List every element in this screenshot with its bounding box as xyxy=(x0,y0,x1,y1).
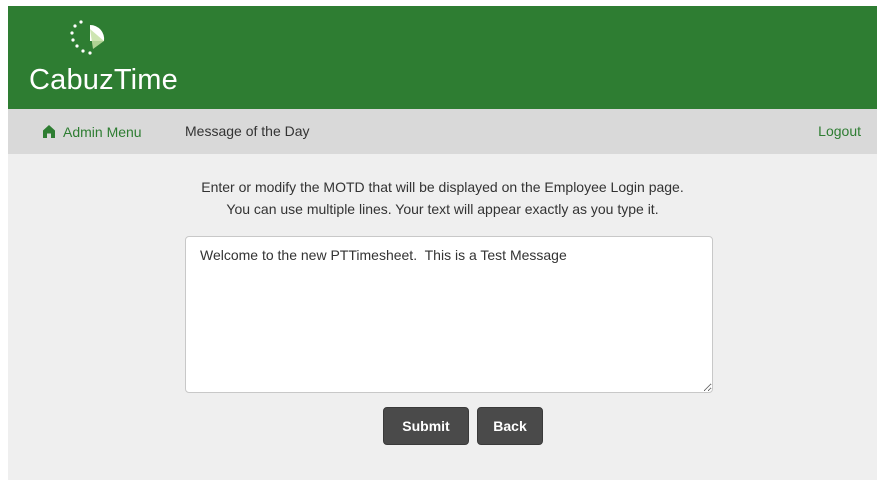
cabuztime-logo-icon xyxy=(70,20,105,55)
submit-button[interactable]: Submit xyxy=(383,407,469,445)
back-button[interactable]: Back xyxy=(477,407,543,445)
instructions-line-1: Enter or modify the MOTD that will be di… xyxy=(201,179,684,195)
navbar: Admin Menu Message of the Day Logout xyxy=(8,109,877,154)
instructions-line-2: You can use multiple lines. Your text wi… xyxy=(226,201,659,217)
motd-textarea[interactable]: Welcome to the new PTTimesheet. This is … xyxy=(185,236,713,393)
instructions: Enter or modify the MOTD that will be di… xyxy=(8,176,877,220)
admin-menu-link[interactable]: Admin Menu xyxy=(43,109,142,154)
logout-link[interactable]: Logout xyxy=(818,109,861,154)
header: CabuzTime xyxy=(8,6,877,109)
app-name: CabuzTime xyxy=(29,64,178,96)
app-container: CabuzTime Admin Menu Message of the Day … xyxy=(8,6,877,480)
home-icon xyxy=(43,125,55,138)
page-title: Message of the Day xyxy=(185,123,310,139)
admin-menu-label: Admin Menu xyxy=(63,123,142,140)
logo: CabuzTime xyxy=(29,19,199,99)
